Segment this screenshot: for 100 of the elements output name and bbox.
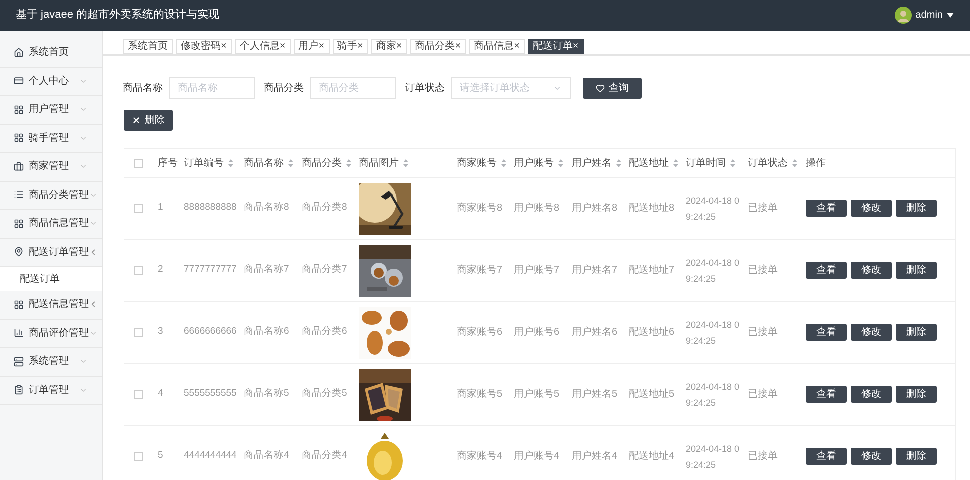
sort-icon[interactable]	[730, 158, 736, 168]
header-checkbox[interactable]	[134, 158, 143, 168]
page-tab[interactable]: 系统首页	[123, 39, 173, 54]
table-cell-text: 商品分类6	[302, 325, 348, 340]
action-button[interactable]: 删除	[896, 262, 937, 279]
close-icon	[132, 116, 141, 125]
action-button[interactable]: 修改	[851, 448, 892, 465]
table-cell-text: 用户姓名4	[572, 450, 619, 464]
page-tab[interactable]: 骑手×	[332, 39, 368, 54]
action-button[interactable]: 查看	[806, 200, 847, 217]
action-button[interactable]: 删除	[896, 324, 937, 341]
page-tab[interactable]: 商家×	[371, 39, 408, 54]
sort-icon[interactable]	[288, 158, 294, 168]
table-cell-text: 商家账号7	[457, 264, 504, 278]
table-cell-text: 已接单	[748, 388, 779, 402]
page-tab[interactable]: 商品分类×	[410, 39, 466, 54]
sidebar-item[interactable]: 骑手管理	[0, 124, 102, 153]
sort-icon[interactable]	[792, 158, 798, 168]
page-tab[interactable]: 修改密码×	[176, 39, 232, 54]
caret-icon[interactable]	[947, 13, 954, 18]
sidebar-item[interactable]: 系统首页	[0, 39, 102, 68]
sidebar-item[interactable]: 个人中心	[0, 68, 102, 96]
sidebar-item[interactable]: 商品评价管理	[0, 320, 102, 348]
table-cell-text: 用户账号6	[514, 326, 561, 340]
row-checkbox[interactable]	[134, 328, 143, 337]
sidebar-item[interactable]: 订单管理	[0, 376, 102, 405]
table-cell-text: 配送地址8	[629, 202, 676, 216]
menu-label: 系统管理	[29, 354, 70, 370]
sidebar-item[interactable]: 商品信息管理	[0, 210, 102, 238]
table-cell-text: 已接单	[748, 264, 779, 278]
avatar-icon[interactable]	[894, 7, 912, 24]
filter-label: 商品名称	[123, 82, 163, 96]
table-cell-text: 1	[158, 201, 164, 216]
action-button[interactable]: 查看	[806, 448, 847, 465]
table-cell-text: 3	[158, 325, 164, 340]
row-checkbox[interactable]	[134, 390, 143, 399]
column-header: 序号	[158, 156, 178, 170]
action-button[interactable]: 修改	[851, 200, 892, 217]
page-tab[interactable]: 个人信息×	[234, 39, 291, 54]
menu-icon	[14, 218, 24, 229]
filter-label: 商品分类	[264, 82, 304, 96]
submenu-item[interactable]: 配送订单	[0, 267, 102, 291]
table-cell-text: 商品名称4	[244, 449, 290, 464]
table-cell-text: 已接单	[748, 326, 779, 340]
filter-field[interactable]: 商品分类	[310, 77, 396, 99]
action-button[interactable]: 删除	[896, 386, 937, 403]
sort-icon[interactable]	[228, 158, 234, 168]
menu-icon	[14, 385, 24, 396]
menu-label: 个人中心	[29, 74, 70, 89]
table-cell-text: 2024-04-18 09:24:25	[686, 380, 741, 410]
user-name[interactable]: admin	[916, 8, 943, 23]
table-cell-text: 6666666666	[184, 325, 238, 340]
action-button[interactable]: 删除	[896, 200, 937, 217]
table-cell-text: 用户姓名7	[572, 264, 619, 278]
table-cell-text: 配送地址4	[629, 450, 676, 464]
menu-icon	[14, 247, 24, 258]
sort-icon[interactable]	[616, 158, 622, 168]
menu-icon	[14, 328, 24, 338]
row-checkbox[interactable]	[134, 266, 143, 275]
search-button[interactable]: 查询	[583, 78, 642, 98]
filter-label: 订单状态	[405, 82, 445, 96]
row-checkbox[interactable]	[134, 204, 143, 213]
sidebar-item[interactable]: 用户管理	[0, 96, 102, 124]
sort-icon[interactable]	[346, 158, 352, 168]
sort-icon[interactable]	[673, 158, 679, 168]
sidebar-item[interactable]: 商品分类管理	[0, 182, 102, 210]
app-title: 基于 javaee 的超市外卖系统的设计与实现	[16, 8, 220, 24]
action-button[interactable]: 删除	[896, 448, 937, 465]
action-button[interactable]: 修改	[851, 386, 892, 403]
row-checkbox[interactable]	[134, 452, 143, 461]
table-cell-text: 2024-04-18 09:24:25	[686, 442, 741, 472]
sidebar-item[interactable]: 配送信息管理	[0, 291, 102, 320]
action-button[interactable]: 修改	[851, 324, 892, 341]
sort-icon[interactable]	[501, 158, 507, 168]
filter-field[interactable]: 商品名称	[169, 77, 255, 99]
page-tab[interactable]: 配送订单×	[528, 39, 584, 54]
sort-icon[interactable]	[403, 158, 409, 168]
table-cell-text: 商品名称6	[244, 325, 290, 340]
table-cell-text: 商品分类4	[302, 449, 348, 464]
table-cell-text: 商品名称5	[244, 387, 290, 402]
action-button[interactable]: 查看	[806, 324, 847, 341]
action-button[interactable]: 修改	[851, 262, 892, 279]
table-cell-text: 商家账号4	[457, 450, 504, 464]
table-cell-text: 2024-04-18 09:24:25	[686, 194, 741, 224]
action-button[interactable]: 查看	[806, 262, 847, 279]
table-cell-text: 商品分类8	[302, 201, 348, 216]
table-cell-text: 4	[158, 387, 164, 402]
column-header: 订单编号	[184, 156, 224, 170]
table-cell-text: 商家账号8	[457, 202, 504, 216]
page-tab[interactable]: 用户×	[294, 39, 330, 54]
column-header: 用户姓名	[572, 156, 612, 170]
column-header: 订单状态	[748, 156, 788, 170]
delete-button[interactable]: 删除	[124, 110, 173, 131]
sort-icon[interactable]	[558, 158, 564, 168]
menu-icon	[14, 76, 24, 86]
table-cell-text: 5555555555	[184, 387, 238, 402]
page-tab[interactable]: 商品信息×	[469, 39, 525, 54]
sidebar-item[interactable]: 商家管理	[0, 153, 102, 182]
sidebar-item[interactable]: 系统管理	[0, 348, 102, 376]
action-button[interactable]: 查看	[806, 386, 847, 403]
